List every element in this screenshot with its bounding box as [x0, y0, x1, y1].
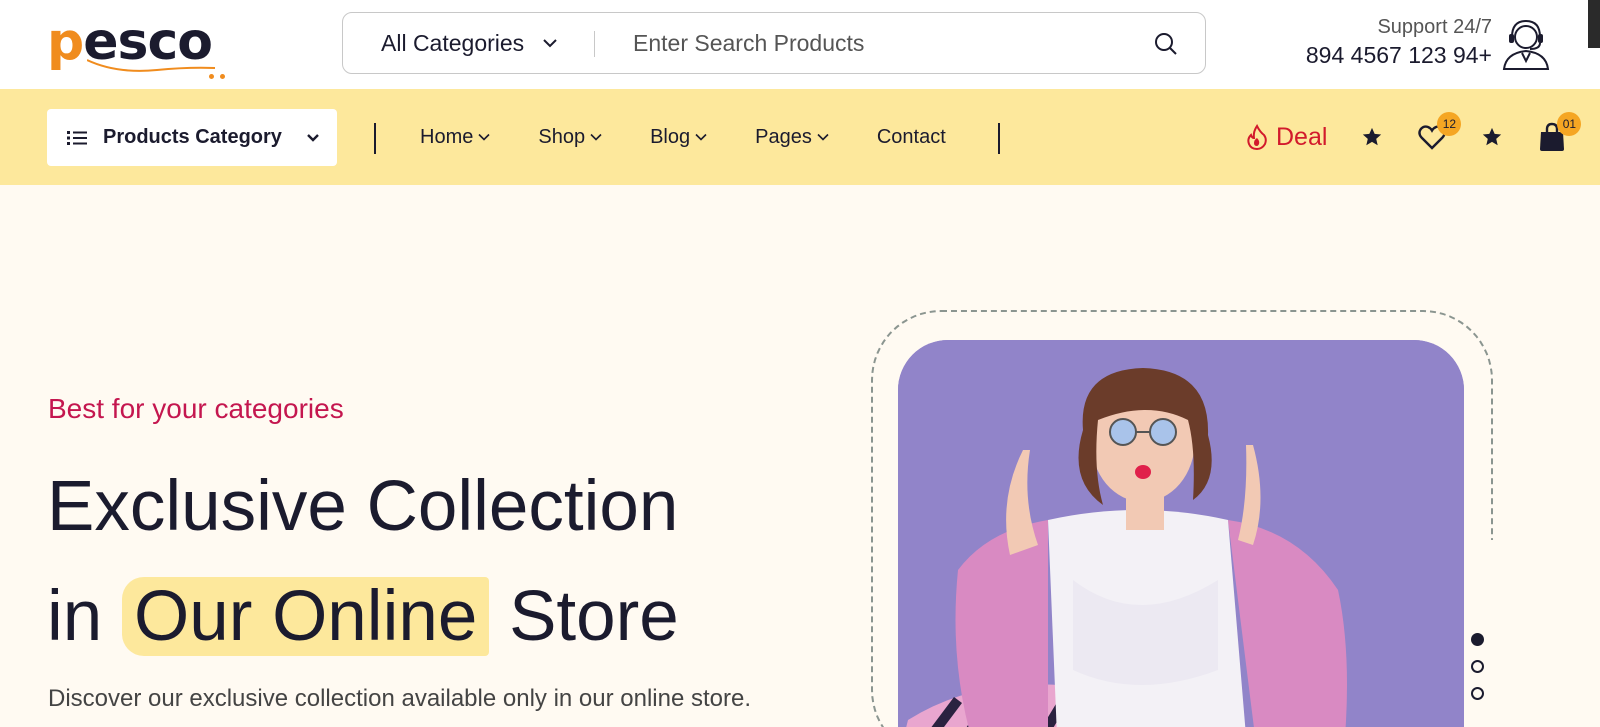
main-navbar: Products Category Home Shop Blog Pages C…: [0, 89, 1600, 185]
favorites-star-button[interactable]: [1357, 122, 1387, 152]
deal-link[interactable]: Deal: [1246, 123, 1327, 152]
nav-item-shop[interactable]: Shop: [538, 126, 602, 149]
nav-actions: Deal 12 01: [1246, 89, 1597, 185]
hero-title-post: Store: [509, 577, 679, 656]
slider-pagination: [1471, 633, 1487, 714]
star-icon: [1483, 127, 1502, 146]
nav-divider-left: [374, 123, 376, 154]
nav-divider-right: [998, 123, 1000, 154]
chevron-down-icon: [590, 133, 602, 141]
hero-title-line1: Exclusive Collection: [47, 467, 679, 546]
slider-dot-2[interactable]: [1471, 660, 1484, 673]
search-input[interactable]: [633, 23, 1113, 63]
star-icon: [1363, 127, 1382, 146]
products-category-button[interactable]: Products Category: [47, 109, 337, 166]
hero-title-line2: in Our Online Store: [47, 562, 679, 672]
chevron-down-icon: [307, 134, 319, 142]
nav-item-contact[interactable]: Contact: [877, 126, 946, 149]
hero-title-highlight: Our Online: [122, 577, 490, 656]
cart-button[interactable]: 01: [1537, 112, 1582, 152]
support-label: Support 24/7: [1377, 16, 1492, 38]
nav-item-home[interactable]: Home: [420, 126, 490, 149]
support-phone[interactable]: 894 4567 123 94+: [1300, 40, 1492, 70]
hero-description: Discover our exclusive collection availa…: [48, 685, 752, 712]
nav-menu: Home Shop Blog Pages Contact: [420, 89, 994, 185]
brand-logo[interactable]: pesco: [47, 12, 247, 79]
search-bar: All Categories: [342, 12, 1206, 74]
hero-title-pre: in: [47, 577, 103, 656]
nav-item-blog[interactable]: Blog: [650, 126, 707, 149]
wishlist-button[interactable]: 12: [1417, 112, 1462, 152]
slider-dot-1[interactable]: [1471, 633, 1484, 646]
nav-item-label: Shop: [538, 125, 586, 148]
products-category-label: Products Category: [103, 126, 282, 148]
support-agent-icon: [1502, 19, 1550, 70]
nav-item-label: Contact: [876, 125, 946, 148]
logo-dots: [209, 66, 233, 79]
flame-icon: [1247, 124, 1267, 150]
nav-item-label: Blog: [650, 125, 691, 148]
category-select-label: All Categories: [381, 29, 525, 56]
deal-label: Deal: [1276, 122, 1328, 151]
nav-item-label: Home: [420, 125, 474, 148]
chevron-down-icon: [695, 133, 707, 141]
support-info: Support 24/7 894 4567 123 94+: [1300, 14, 1492, 70]
chevron-down-icon: [817, 133, 829, 141]
search-icon[interactable]: [1153, 31, 1179, 57]
hero-model-image: [898, 340, 1464, 727]
category-select[interactable]: All Categories: [381, 13, 558, 73]
logo-swoosh: [87, 59, 216, 72]
nav-item-label: Pages: [755, 125, 812, 148]
model-illustration: [898, 340, 1464, 727]
list-icon: [67, 130, 87, 145]
chevron-down-icon: [543, 39, 557, 48]
top-header: pesco All Categories Support 24/7 894 45…: [0, 0, 1600, 89]
compare-star-button[interactable]: [1477, 122, 1507, 152]
slider-dot-3[interactable]: [1471, 687, 1484, 700]
cart-count-badge: 01: [1557, 112, 1582, 136]
chevron-down-icon: [478, 133, 490, 141]
hero-title: Exclusive Collection in Our Online Store: [47, 452, 679, 672]
hero-subtitle: Best for your categories: [48, 393, 344, 424]
nav-item-pages[interactable]: Pages: [755, 126, 829, 149]
window-edge: [1588, 0, 1600, 48]
search-divider: [594, 31, 595, 57]
wishlist-count-badge: 12: [1437, 112, 1462, 136]
